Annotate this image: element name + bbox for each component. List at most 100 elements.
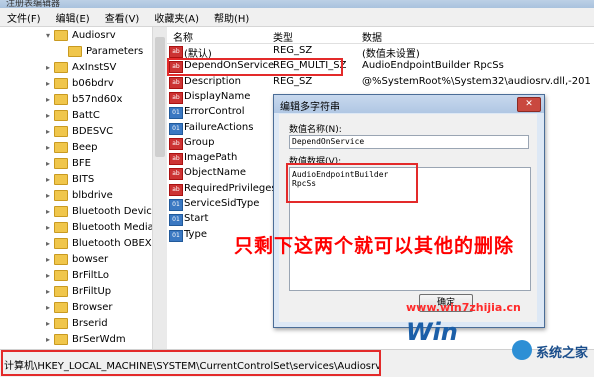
expand-icon[interactable]: ▸ (44, 271, 52, 280)
tree-item-label: BattC (72, 109, 100, 121)
collapse-icon[interactable]: ▾ (44, 31, 52, 40)
value-data: AudioEndpointBuilder RpcSs (362, 60, 504, 72)
string-value-icon: ab (169, 76, 183, 89)
value-name: RequiredPrivileges (184, 182, 277, 194)
logo-text: 系统之家 (536, 346, 589, 361)
tree-item[interactable]: ▸ bowser (44, 251, 108, 267)
tree-item[interactable]: ▸ b57nd60x (44, 91, 122, 107)
folder-icon (54, 61, 68, 73)
tree-item-label: BrFiltUp (72, 285, 112, 297)
value-name: ErrorControl (184, 106, 245, 118)
folder-icon (54, 109, 68, 121)
tree-item[interactable]: ▸ BDESVC (44, 123, 113, 139)
dialog-close-button[interactable]: ✕ (517, 97, 541, 112)
tree-item[interactable]: ▸ Browser (44, 299, 113, 315)
dialog-body: 数值名称(N): DependOnService 数值数据(V): AudioE… (279, 114, 537, 322)
folder-icon (54, 77, 68, 89)
tree-item[interactable]: ▾ Audiosrv (44, 27, 116, 43)
tree-item-label: Bluetooth Device Ma (72, 205, 152, 217)
value-row[interactable]: ab Description REG_SZ @%SystemRoot%\System3… (167, 75, 594, 90)
value-name: Description (184, 75, 241, 87)
tree-item-label: Bluetooth Media Serv (72, 221, 152, 233)
menu-favorites[interactable]: 收藏夹(A) (154, 10, 199, 25)
string-value-icon: ab (169, 46, 183, 58)
folder-icon (54, 29, 68, 41)
tree-item-label: bowser (72, 253, 109, 265)
tree-item[interactable]: ▸ blbdrive (44, 187, 113, 203)
expand-icon[interactable]: ▸ (44, 143, 52, 152)
expand-icon[interactable]: ▸ (44, 79, 52, 88)
tree-scroll-thumb[interactable] (155, 37, 165, 157)
tree-item[interactable]: ▸ BrSerWdm (44, 331, 126, 347)
expand-icon[interactable]: ▸ (44, 191, 52, 200)
tree-item-label: Beep (72, 141, 98, 153)
value-name: ServiceSidType (184, 198, 260, 209)
tree-item[interactable]: ▸ BattC (44, 107, 100, 123)
expand-icon[interactable]: ▸ (44, 239, 52, 248)
expand-icon[interactable]: ▸ (44, 335, 52, 344)
tree-item[interactable]: ▸ BrFiltUp (44, 283, 111, 299)
tree-item[interactable]: ▸ Bluetooth OBEX Serv (44, 235, 152, 251)
menu-edit[interactable]: 编辑(E) (56, 10, 90, 25)
expand-icon[interactable]: ▸ (44, 255, 52, 264)
value-row[interactable]: ab (默认) REG_SZ (数值未设置) (167, 44, 594, 60)
expand-icon[interactable]: ▸ (44, 319, 52, 328)
tree-item[interactable]: ▸ Beep (44, 139, 98, 155)
annotation-text: 只剩下这两个就可以其他的删除 (234, 235, 515, 257)
tree-item-label: BDESVC (72, 125, 114, 137)
expand-icon[interactable]: ▸ (44, 95, 52, 104)
folder-icon (68, 45, 82, 57)
tree-item[interactable]: ▸ BFE (44, 155, 91, 171)
dialog-titlebar: 编辑多字符串 ✕ (274, 95, 544, 113)
expand-icon[interactable]: ▸ (44, 159, 52, 168)
expand-icon[interactable]: ▸ (44, 207, 52, 216)
registry-tree[interactable]: ▾ Audiosrv Parameters ▸ AxInstSV ▸ b06bdrv ▸ b57… (0, 27, 152, 349)
dependonservice-highlight (167, 58, 343, 76)
folder-icon (54, 205, 68, 217)
column-data-header[interactable]: 数据 (362, 29, 382, 44)
value-name: ImagePath (184, 152, 238, 164)
menu-view[interactable]: 查看(V) (105, 10, 140, 25)
value-name: FailureActions (184, 121, 254, 133)
expand-icon[interactable]: ▸ (44, 175, 52, 184)
expand-icon[interactable]: ▸ (44, 111, 52, 120)
tree-item[interactable]: ▸ b06bdrv (44, 75, 114, 91)
column-type-header[interactable]: 类型 (273, 29, 293, 44)
column-name-header[interactable]: 名称 (173, 29, 193, 44)
tree-item-label: Brserid (72, 317, 108, 329)
value-name-label: 数值名称(N): (289, 125, 342, 135)
folder-icon (54, 93, 68, 105)
tree-item[interactable]: ▸ Bluetooth Media Serv (44, 219, 152, 235)
logo-badge-icon (512, 340, 532, 360)
tree-item-label: BITS (72, 173, 95, 185)
site-logo: 系统之家 (512, 338, 592, 362)
tree-item-label: b57nd60x (72, 93, 123, 105)
tree-item[interactable]: ▸ BITS (44, 171, 94, 187)
tree-item[interactable]: ▸ BrFiltLo (44, 267, 109, 283)
menu-help[interactable]: 帮助(H) (214, 10, 249, 25)
dialog-title: 编辑多字符串 (280, 102, 340, 113)
tree-item[interactable]: ▸ Bluetooth Device Ma (44, 203, 152, 219)
expand-icon[interactable]: ▸ (44, 223, 52, 232)
folder-icon (54, 189, 68, 201)
tree-scrollbar[interactable] (152, 27, 167, 349)
tree-item[interactable]: ▸ AxInstSV (44, 59, 116, 75)
value-data: (数值未设置) (362, 49, 420, 60)
list-header: 名称 类型 数据 (167, 27, 594, 44)
expand-icon[interactable]: ▸ (44, 63, 52, 72)
expand-icon[interactable]: ▸ (44, 127, 52, 136)
value-name-field[interactable]: DependOnService (289, 135, 529, 149)
expand-icon[interactable]: ▸ (44, 303, 52, 312)
menu-file[interactable]: 文件(F) (7, 10, 41, 25)
folder-icon (54, 125, 68, 137)
folder-icon (54, 221, 68, 233)
expand-icon[interactable]: ▸ (44, 287, 52, 296)
tree-item-label: BFE (72, 157, 91, 169)
value-type: REG_SZ (273, 75, 313, 87)
tree-item[interactable]: ▸ Brserid (44, 315, 108, 331)
win-logo-text: Win (406, 318, 458, 346)
value-name: Type (184, 228, 207, 240)
folder-icon (54, 173, 68, 185)
tree-item-label: Audiosrv (72, 29, 116, 41)
tree-item[interactable]: Parameters (58, 43, 143, 59)
